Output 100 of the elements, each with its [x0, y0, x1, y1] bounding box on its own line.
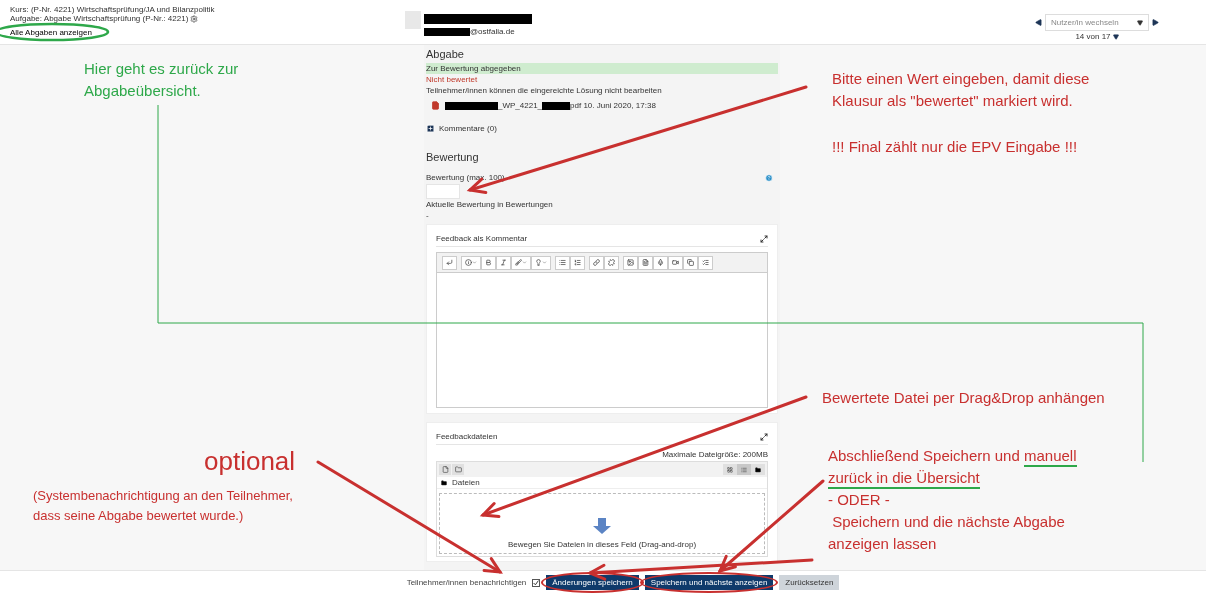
- tree-view-button[interactable]: [751, 464, 765, 475]
- copy-button[interactable]: [683, 255, 698, 270]
- numbered-list-icon: [574, 259, 581, 266]
- bullet-list-button[interactable]: [555, 255, 570, 270]
- comments-link[interactable]: Kommentare (0): [439, 123, 497, 134]
- settings-icon[interactable]: [190, 14, 199, 23]
- annotation-text: Bitte einen Wert eingeben, damit diese: [832, 69, 1090, 89]
- annotation-text: anzeigen lassen: [828, 534, 938, 554]
- user-email: @ostfalia.de: [470, 26, 515, 38]
- link-button[interactable]: [589, 255, 604, 270]
- user-switcher-field[interactable]: Nutzer/in wechseln: [1045, 14, 1149, 31]
- unlink-button[interactable]: [604, 255, 619, 270]
- help-icon[interactable]: [765, 173, 773, 182]
- undo-icon: [446, 259, 453, 266]
- checklist-icon: [702, 259, 709, 266]
- drop-hint: Bewegen Sie Dateien in dieses Feld (Drag-and-drop): [507, 539, 697, 550]
- previous-user-icon[interactable]: [1035, 19, 1042, 26]
- annotation-text: optional: [204, 446, 296, 478]
- italic-button[interactable]: [496, 255, 511, 270]
- brush-button[interactable]: [511, 255, 531, 270]
- info-icon: [465, 259, 472, 266]
- annotation-text: Abschließend Speichern und manuell: [828, 445, 1077, 467]
- italic-icon: [500, 259, 507, 266]
- grid-icon: [727, 466, 733, 473]
- course-breadcrumb[interactable]: Kurs: (P-Nr. 4221) Wirtschaftsprüfung/JA und Bilanzpolitik: [10, 5, 215, 14]
- max-size-label: Maximale Dateigröße: 200MB: [662, 449, 768, 460]
- folder-name[interactable]: Dateien: [452, 477, 480, 488]
- link-icon: [593, 259, 600, 266]
- all-submissions-link[interactable]: Alle Abgaben anzeigen: [10, 28, 92, 37]
- card-title: Feedback als Kommentar: [436, 233, 528, 244]
- caret-icon: [472, 260, 477, 265]
- grid-view-button[interactable]: [723, 464, 737, 475]
- document-button[interactable]: [638, 255, 653, 270]
- file-icon: [441, 466, 449, 473]
- annotation-text: (Systembenachrichtigung an den Teilnehmer,: [33, 487, 293, 505]
- user-count: 14 von 17: [1075, 32, 1111, 41]
- create-folder-button[interactable]: [452, 464, 464, 475]
- bullet-list-icon: [559, 259, 566, 266]
- folder-icon: [755, 466, 761, 473]
- bold-button[interactable]: [481, 255, 496, 270]
- caret-icon: [522, 260, 527, 265]
- download-arrow-icon: [593, 518, 611, 534]
- list-icon: [741, 466, 747, 473]
- annotation-text: Klausur als "bewertet" markiert wird.: [832, 91, 1074, 111]
- microphone-button[interactable]: [653, 255, 668, 270]
- redacted-filename: [542, 101, 571, 110]
- image-button[interactable]: [623, 255, 638, 270]
- annotation-text: Speichern und die nächste Abgabe: [831, 512, 1066, 532]
- current-grade-value: -: [426, 210, 429, 221]
- undo-button[interactable]: [442, 255, 457, 270]
- lightbulb-icon: [535, 259, 542, 266]
- add-file-button[interactable]: [439, 464, 451, 475]
- annotation-text: zurück in die Übersicht: [828, 467, 1077, 489]
- grade-input[interactable]: [426, 184, 460, 199]
- edit-note: Teilnehmer/innen können die eingereichte Lösung nicht bearbeiten: [426, 85, 662, 96]
- annotation-text: !!! Final zählt nur die EPV Eingabe !!!: [832, 137, 1078, 157]
- expand-icon[interactable]: [760, 234, 768, 243]
- annotation-text: Hier geht es zurück zur: [84, 59, 239, 79]
- next-user-icon[interactable]: [1152, 19, 1159, 26]
- notify-label: Teilnehmer/innen benachrichtigen: [406, 576, 527, 589]
- redacted-filename: [445, 101, 498, 110]
- dropdown-icon: [1137, 19, 1143, 26]
- redacted-email: [424, 28, 470, 36]
- file-date: pdf 10. Juni 2020, 17:38: [570, 100, 656, 111]
- filter-icon[interactable]: [1112, 33, 1119, 40]
- info-button[interactable]: [461, 255, 481, 270]
- folder-icon: [454, 466, 462, 473]
- annotation-text: Bewertete Datei per Drag&Drop anhängen: [822, 388, 1105, 408]
- unlink-icon: [608, 259, 615, 266]
- drop-zone[interactable]: Bewegen Sie Dateien in dieses Feld (Drag-and-drop): [439, 493, 765, 554]
- caret-icon: [542, 260, 547, 265]
- copy-icon: [687, 259, 694, 266]
- card-title: Feedbackdateien: [436, 431, 498, 442]
- current-grade-label: Aktuelle Bewertung in Bewertungen: [426, 199, 553, 210]
- check-icon: [533, 579, 540, 586]
- annotation-text: dass seine Abgabe bewertet wurde.): [33, 507, 245, 525]
- save-button[interactable]: Änderungen speichern: [546, 575, 639, 590]
- brush-icon: [515, 259, 522, 266]
- expand-icon[interactable]: [426, 124, 435, 133]
- image-icon: [627, 259, 634, 266]
- assignment-breadcrumb[interactable]: Aufgabe: Abgabe Wirtschaftsprüfung (P-Nr.: 4221): [10, 14, 189, 23]
- pdf-icon: [431, 101, 440, 110]
- checklist-button[interactable]: [698, 255, 713, 270]
- video-icon: [672, 259, 679, 266]
- lightbulb-button[interactable]: [531, 255, 551, 270]
- microphone-icon: [657, 259, 664, 266]
- grading-status: Nicht bewertet: [426, 74, 478, 85]
- file-name[interactable]: _WP_4221_: [498, 100, 543, 111]
- numbered-list-button[interactable]: [570, 255, 585, 270]
- section-heading: Bewertung: [426, 150, 479, 164]
- section-heading: Abgabe: [426, 47, 465, 61]
- bold-icon: [485, 259, 492, 266]
- expand-icon[interactable]: [760, 432, 768, 441]
- video-button[interactable]: [668, 255, 683, 270]
- notify-checkbox[interactable]: [532, 578, 541, 587]
- annotation-text: Abgabeübersicht.: [84, 81, 202, 101]
- reset-button[interactable]: Zurücksetzen: [779, 575, 840, 590]
- save-button[interactable]: Speichern und nächste anzeigen: [644, 575, 774, 590]
- annotation-text: - ODER -: [828, 490, 891, 510]
- submission-status: Zur Bewertung abgegeben: [426, 63, 778, 74]
